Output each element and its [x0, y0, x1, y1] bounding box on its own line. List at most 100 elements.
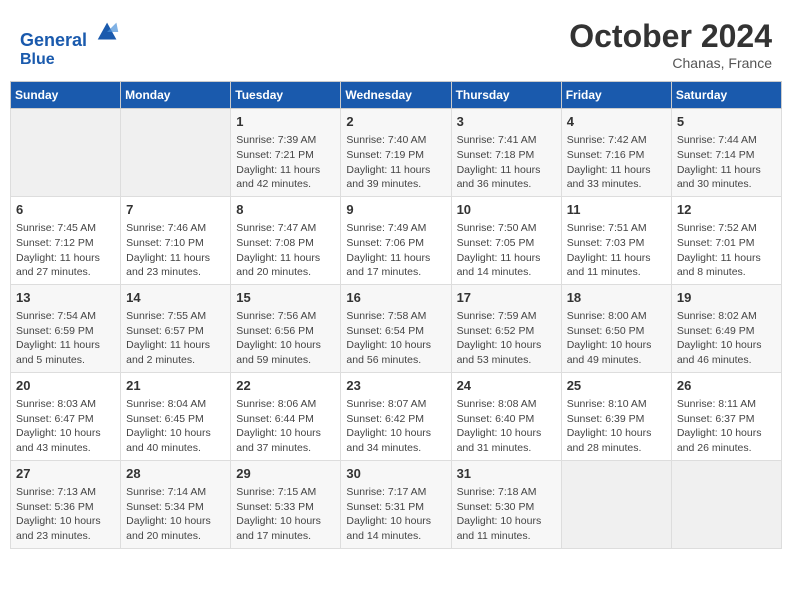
- day-info: Sunrise: 7:42 AMSunset: 7:16 PMDaylight:…: [567, 133, 666, 192]
- calendar-day-cell: 16Sunrise: 7:58 AMSunset: 6:54 PMDayligh…: [341, 284, 451, 372]
- month-title: October 2024: [569, 18, 772, 55]
- day-number: 16: [346, 289, 445, 307]
- day-number: 22: [236, 377, 335, 395]
- day-info: Sunrise: 7:13 AMSunset: 5:36 PMDaylight:…: [16, 485, 115, 544]
- day-info: Sunrise: 7:41 AMSunset: 7:18 PMDaylight:…: [457, 133, 556, 192]
- day-info: Sunrise: 7:52 AMSunset: 7:01 PMDaylight:…: [677, 221, 776, 280]
- logo-icon: [94, 18, 122, 46]
- calendar-day-cell: [671, 460, 781, 548]
- calendar-day-cell: [121, 109, 231, 197]
- day-of-week-header: Thursday: [451, 82, 561, 109]
- day-number: 20: [16, 377, 115, 395]
- day-info: Sunrise: 7:44 AMSunset: 7:14 PMDaylight:…: [677, 133, 776, 192]
- calendar-day-cell: 19Sunrise: 8:02 AMSunset: 6:49 PMDayligh…: [671, 284, 781, 372]
- day-number: 4: [567, 113, 666, 131]
- calendar-day-cell: 31 Sunrise: 7:18 AMSunset: 5:30 PMDayligh…: [451, 460, 561, 548]
- day-info: Sunrise: 8:07 AMSunset: 6:42 PMDaylight:…: [346, 397, 445, 456]
- page-header: General Blue October 2024 Chanas, France: [10, 10, 782, 75]
- day-number: 11: [567, 201, 666, 219]
- day-info: Sunrise: 7:59 AMSunset: 6:52 PMDaylight:…: [457, 309, 556, 368]
- day-of-week-header: Tuesday: [231, 82, 341, 109]
- calendar-day-cell: 27Sunrise: 7:13 AMSunset: 5:36 PMDayligh…: [11, 460, 121, 548]
- day-of-week-header: Monday: [121, 82, 231, 109]
- day-number: 15: [236, 289, 335, 307]
- calendar-day-cell: 1Sunrise: 7:39 AMSunset: 7:21 PMDaylight…: [231, 109, 341, 197]
- day-number: 21: [126, 377, 225, 395]
- day-number: 18: [567, 289, 666, 307]
- day-info: Sunrise: 7:15 AMSunset: 5:33 PMDaylight:…: [236, 485, 335, 544]
- calendar-day-cell: 22 Sunrise: 8:06 AMSunset: 6:44 PMDayligh…: [231, 372, 341, 460]
- day-info: Sunrise: 7:51 AMSunset: 7:03 PMDaylight:…: [567, 221, 666, 280]
- calendar-day-cell: 23 Sunrise: 8:07 AMSunset: 6:42 PMDayligh…: [341, 372, 451, 460]
- location-title: Chanas, France: [569, 55, 772, 71]
- calendar-day-cell: 21 Sunrise: 8:04 AMSunset: 6:45 PMDayligh…: [121, 372, 231, 460]
- day-info: Sunrise: 7:40 AMSunset: 7:19 PMDaylight:…: [346, 133, 445, 192]
- day-info: Sunrise: 7:17 AMSunset: 5:31 PMDaylight:…: [346, 485, 445, 544]
- calendar-day-cell: 15 Sunrise: 7:56 AMSunset: 6:56 PMDayligh…: [231, 284, 341, 372]
- day-number: 30: [346, 465, 445, 483]
- calendar-day-cell: 26 Sunrise: 8:11 AMSunset: 6:37 PMDayligh…: [671, 372, 781, 460]
- calendar-day-cell: 17Sunrise: 7:59 AMSunset: 6:52 PMDayligh…: [451, 284, 561, 372]
- logo-general: General: [20, 30, 87, 50]
- day-info: Sunrise: 7:39 AMSunset: 7:21 PMDaylight:…: [236, 133, 335, 192]
- day-number: 8: [236, 201, 335, 219]
- day-number: 9: [346, 201, 445, 219]
- calendar-table: SundayMondayTuesdayWednesdayThursdayFrid…: [10, 81, 782, 549]
- day-info: Sunrise: 7:47 AMSunset: 7:08 PMDaylight:…: [236, 221, 335, 280]
- day-info: Sunrise: 8:11 AMSunset: 6:37 PMDaylight:…: [677, 397, 776, 456]
- day-number: 10: [457, 201, 556, 219]
- day-info: Sunrise: 8:10 AMSunset: 6:39 PMDaylight:…: [567, 397, 666, 456]
- calendar-day-cell: 29 Sunrise: 7:15 AMSunset: 5:33 PMDayligh…: [231, 460, 341, 548]
- calendar-day-cell: 6Sunrise: 7:45 AMSunset: 7:12 PMDaylight…: [11, 196, 121, 284]
- day-info: Sunrise: 7:54 AMSunset: 6:59 PMDaylight:…: [16, 309, 115, 368]
- day-info: Sunrise: 7:45 AMSunset: 7:12 PMDaylight:…: [16, 221, 115, 280]
- calendar-day-cell: 5 Sunrise: 7:44 AMSunset: 7:14 PMDaylight…: [671, 109, 781, 197]
- day-info: Sunrise: 7:49 AMSunset: 7:06 PMDaylight:…: [346, 221, 445, 280]
- day-info: Sunrise: 7:55 AMSunset: 6:57 PMDaylight:…: [126, 309, 225, 368]
- day-number: 26: [677, 377, 776, 395]
- day-number: 13: [16, 289, 115, 307]
- day-info: Sunrise: 7:50 AMSunset: 7:05 PMDaylight:…: [457, 221, 556, 280]
- day-info: Sunrise: 8:02 AMSunset: 6:49 PMDaylight:…: [677, 309, 776, 368]
- calendar-week-row: 6Sunrise: 7:45 AMSunset: 7:12 PMDaylight…: [11, 196, 782, 284]
- calendar-day-cell: 24 Sunrise: 8:08 AMSunset: 6:40 PMDayligh…: [451, 372, 561, 460]
- day-info: Sunrise: 8:00 AMSunset: 6:50 PMDaylight:…: [567, 309, 666, 368]
- day-number: 23: [346, 377, 445, 395]
- calendar-day-cell: 3 Sunrise: 7:41 AMSunset: 7:18 PMDaylight…: [451, 109, 561, 197]
- day-number: 7: [126, 201, 225, 219]
- calendar-day-cell: 10 Sunrise: 7:50 AMSunset: 7:05 PMDayligh…: [451, 196, 561, 284]
- calendar-day-cell: 25 Sunrise: 8:10 AMSunset: 6:39 PMDayligh…: [561, 372, 671, 460]
- day-number: 24: [457, 377, 556, 395]
- day-info: Sunrise: 8:04 AMSunset: 6:45 PMDaylight:…: [126, 397, 225, 456]
- calendar-week-row: 13 Sunrise: 7:54 AMSunset: 6:59 PMDayligh…: [11, 284, 782, 372]
- day-info: Sunrise: 8:08 AMSunset: 6:40 PMDaylight:…: [457, 397, 556, 456]
- calendar-day-cell: 11 Sunrise: 7:51 AMSunset: 7:03 PMDayligh…: [561, 196, 671, 284]
- day-number: 25: [567, 377, 666, 395]
- calendar-day-cell: 4 Sunrise: 7:42 AMSunset: 7:16 PMDaylight…: [561, 109, 671, 197]
- day-info: Sunrise: 7:46 AMSunset: 7:10 PMDaylight:…: [126, 221, 225, 280]
- day-info: Sunrise: 7:14 AMSunset: 5:34 PMDaylight:…: [126, 485, 225, 544]
- day-info: Sunrise: 7:18 AMSunset: 5:30 PMDaylight:…: [457, 485, 556, 544]
- calendar-week-row: 1Sunrise: 7:39 AMSunset: 7:21 PMDaylight…: [11, 109, 782, 197]
- logo-blue: Blue: [20, 51, 122, 69]
- calendar-day-cell: 14 Sunrise: 7:55 AMSunset: 6:57 PMDayligh…: [121, 284, 231, 372]
- day-number: 5: [677, 113, 776, 131]
- day-of-week-header: Wednesday: [341, 82, 451, 109]
- logo-text: General: [20, 18, 122, 51]
- calendar-week-row: 27Sunrise: 7:13 AMSunset: 5:36 PMDayligh…: [11, 460, 782, 548]
- day-number: 3: [457, 113, 556, 131]
- calendar-day-cell: 12Sunrise: 7:52 AMSunset: 7:01 PMDayligh…: [671, 196, 781, 284]
- day-info: Sunrise: 8:06 AMSunset: 6:44 PMDaylight:…: [236, 397, 335, 456]
- calendar-header-row: SundayMondayTuesdayWednesdayThursdayFrid…: [11, 82, 782, 109]
- calendar-day-cell: 13 Sunrise: 7:54 AMSunset: 6:59 PMDayligh…: [11, 284, 121, 372]
- calendar-day-cell: 2Sunrise: 7:40 AMSunset: 7:19 PMDaylight…: [341, 109, 451, 197]
- logo: General Blue: [20, 18, 122, 68]
- day-number: 29: [236, 465, 335, 483]
- calendar-day-cell: 28Sunrise: 7:14 AMSunset: 5:34 PMDayligh…: [121, 460, 231, 548]
- day-info: Sunrise: 7:56 AMSunset: 6:56 PMDaylight:…: [236, 309, 335, 368]
- day-number: 14: [126, 289, 225, 307]
- day-info: Sunrise: 8:03 AMSunset: 6:47 PMDaylight:…: [16, 397, 115, 456]
- calendar-day-cell: 7 Sunrise: 7:46 AMSunset: 7:10 PMDaylight…: [121, 196, 231, 284]
- calendar-day-cell: [561, 460, 671, 548]
- day-number: 31: [457, 465, 556, 483]
